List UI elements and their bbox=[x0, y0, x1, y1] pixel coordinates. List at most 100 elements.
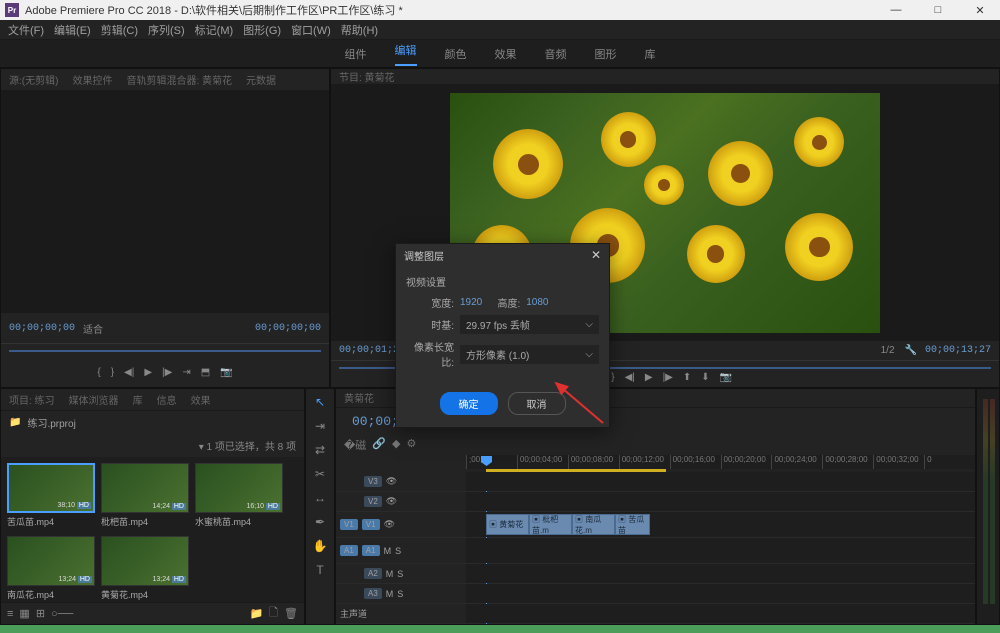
par-dropdown[interactable]: 方形像素 (1.0)⌵ bbox=[460, 345, 599, 364]
source-tc-out[interactable]: 00;00;00;00 bbox=[255, 323, 321, 334]
ok-button[interactable]: 确定 bbox=[440, 392, 498, 415]
solo-icon[interactable]: S bbox=[397, 569, 403, 579]
mark-out-icon[interactable]: } bbox=[609, 372, 616, 383]
track-v3-toggle[interactable]: V3 bbox=[364, 476, 382, 487]
marker-icon[interactable]: ◆ bbox=[392, 437, 400, 453]
menu-window[interactable]: 窗口(W) bbox=[291, 22, 331, 38]
track-v2-toggle[interactable]: V2 bbox=[364, 496, 382, 507]
play-icon[interactable]: ▶ bbox=[142, 367, 154, 378]
workspace-library[interactable]: 库 bbox=[645, 46, 656, 62]
program-tc-duration[interactable]: 00;00;13;27 bbox=[925, 345, 991, 356]
freeform-view-icon[interactable]: ⊞ bbox=[36, 607, 45, 620]
bin-icon[interactable]: 📁 bbox=[9, 417, 21, 428]
menu-file[interactable]: 文件(F) bbox=[8, 22, 44, 38]
icon-view-icon[interactable]: ▦ bbox=[19, 607, 29, 620]
new-bin-icon[interactable]: 📁 bbox=[249, 607, 263, 620]
mute-icon[interactable]: M bbox=[386, 589, 394, 599]
insert-icon[interactable]: ⇥ bbox=[180, 367, 192, 378]
play-icon[interactable]: ▶ bbox=[643, 372, 655, 383]
tab-library[interactable]: 库 bbox=[133, 392, 143, 407]
new-item-icon[interactable]: 🗋 bbox=[269, 604, 278, 623]
maximize-button[interactable]: □ bbox=[923, 4, 953, 17]
src-v1[interactable]: V1 bbox=[340, 519, 358, 530]
bin-item[interactable]: 38;10HD苦瓜苗.mp4 bbox=[7, 463, 95, 530]
step-forward-icon[interactable]: |▶ bbox=[661, 372, 675, 383]
export-frame-icon[interactable]: 📷 bbox=[718, 372, 734, 383]
tab-metadata[interactable]: 元数据 bbox=[246, 72, 276, 87]
program-resolution-dropdown[interactable]: 1/2 bbox=[879, 345, 897, 356]
linked-selection-icon[interactable]: 🔗 bbox=[372, 437, 386, 453]
workspace-assembly[interactable]: 组件 bbox=[345, 46, 367, 62]
type-tool-icon[interactable]: T bbox=[316, 563, 323, 577]
bin-item[interactable]: 13;24HD南瓜花.mp4 bbox=[7, 536, 95, 602]
menu-graphics[interactable]: 图形(G) bbox=[243, 22, 281, 38]
selection-tool-icon[interactable]: ↖ bbox=[315, 395, 325, 409]
height-input[interactable]: 1080 bbox=[526, 297, 548, 308]
pen-tool-icon[interactable]: ✒ bbox=[315, 515, 325, 529]
menu-help[interactable]: 帮助(H) bbox=[341, 22, 378, 38]
width-input[interactable]: 1920 bbox=[460, 297, 482, 308]
eye-icon[interactable]: 👁 bbox=[386, 476, 397, 487]
tab-source[interactable]: 源:(无剪辑) bbox=[9, 72, 58, 87]
timeline-clip[interactable]: ▣ 苦瓜苗 bbox=[615, 514, 650, 535]
snap-icon[interactable]: �磁 bbox=[344, 437, 366, 453]
razor-tool-icon[interactable]: ✂ bbox=[315, 467, 325, 481]
eye-icon[interactable]: 👁 bbox=[384, 519, 395, 530]
export-frame-icon[interactable]: 📷 bbox=[218, 367, 234, 378]
menu-edit[interactable]: 编辑(E) bbox=[54, 22, 91, 38]
track-select-tool-icon[interactable]: ⇥ bbox=[315, 419, 325, 433]
track-v1-toggle[interactable]: V1 bbox=[362, 519, 380, 530]
menu-marker[interactable]: 标记(M) bbox=[195, 22, 234, 38]
track-a2-toggle[interactable]: A2 bbox=[364, 568, 382, 579]
lift-icon[interactable]: ⬆ bbox=[681, 372, 693, 383]
solo-icon[interactable]: S bbox=[397, 589, 403, 599]
solo-icon[interactable]: S bbox=[395, 546, 401, 556]
timeline-clip[interactable]: ▣ 黄菊花 bbox=[486, 514, 529, 535]
tab-effects[interactable]: 效果 bbox=[191, 392, 211, 407]
mute-icon[interactable]: M bbox=[386, 569, 394, 579]
minimize-button[interactable]: — bbox=[881, 4, 911, 17]
tab-sequence[interactable]: 黄菊花 bbox=[344, 390, 374, 405]
bin-item[interactable]: 13;24HD黄菊花.mp4 bbox=[101, 536, 189, 602]
step-forward-icon[interactable]: |▶ bbox=[160, 367, 174, 378]
tab-effect-controls[interactable]: 效果控件 bbox=[72, 72, 112, 87]
workspace-color[interactable]: 颜色 bbox=[445, 46, 467, 62]
mark-in-icon[interactable]: { bbox=[95, 367, 102, 378]
bin-item[interactable]: 16;10HD水蜜桃苗.mp4 bbox=[195, 463, 283, 530]
menu-clip[interactable]: 剪辑(C) bbox=[101, 22, 138, 38]
trash-icon[interactable]: 🗑 bbox=[284, 607, 298, 620]
cancel-button[interactable]: 取消 bbox=[508, 392, 566, 415]
list-view-icon[interactable]: ≡ bbox=[7, 608, 13, 620]
tab-media-browser[interactable]: 媒体浏览器 bbox=[69, 392, 119, 407]
bin-item[interactable]: 14;24HD枇杷苗.mp4 bbox=[101, 463, 189, 530]
mark-out-icon[interactable]: } bbox=[109, 367, 116, 378]
wrench-icon[interactable]: 🔧 bbox=[903, 345, 919, 356]
workspace-graphics[interactable]: 图形 bbox=[595, 46, 617, 62]
slip-tool-icon[interactable]: ↔ bbox=[314, 491, 326, 505]
mute-icon[interactable]: M bbox=[384, 546, 392, 556]
source-tc-in[interactable]: 00;00;00;00 bbox=[9, 323, 75, 334]
tab-audio-mixer[interactable]: 音轨剪辑混合器: 黄菊花 bbox=[126, 72, 232, 87]
tab-info[interactable]: 信息 bbox=[157, 392, 177, 407]
overwrite-icon[interactable]: ⬒ bbox=[199, 367, 212, 378]
source-fit-dropdown[interactable]: 适合 bbox=[81, 321, 105, 336]
workspace-effects[interactable]: 效果 bbox=[495, 46, 517, 62]
step-back-icon[interactable]: ◀| bbox=[623, 372, 637, 383]
source-monitor[interactable] bbox=[1, 91, 329, 313]
tab-project[interactable]: 项目: 练习 bbox=[9, 392, 55, 407]
filter-icon[interactable]: ▾ bbox=[199, 442, 204, 453]
zoom-slider[interactable]: ○── bbox=[51, 608, 73, 620]
source-scrubber[interactable] bbox=[1, 343, 329, 357]
eye-icon[interactable]: 👁 bbox=[386, 496, 397, 507]
workspace-audio[interactable]: 音频 bbox=[545, 46, 567, 62]
track-a1-toggle[interactable]: A1 bbox=[362, 545, 380, 556]
close-button[interactable]: ✕ bbox=[965, 4, 995, 17]
workspace-editing[interactable]: 编辑 bbox=[395, 42, 417, 66]
timeline-ruler[interactable]: ;00;0000;00;04;0000;00;08;0000;00;12;000… bbox=[466, 455, 975, 469]
track-a3-toggle[interactable]: A3 bbox=[364, 588, 382, 599]
src-a1[interactable]: A1 bbox=[340, 545, 358, 556]
menu-sequence[interactable]: 序列(S) bbox=[148, 22, 185, 38]
hand-tool-icon[interactable]: ✋ bbox=[313, 539, 328, 553]
tab-program[interactable]: 节目: 黄菊花 bbox=[339, 69, 395, 84]
ripple-edit-tool-icon[interactable]: ⇄ bbox=[315, 443, 325, 457]
